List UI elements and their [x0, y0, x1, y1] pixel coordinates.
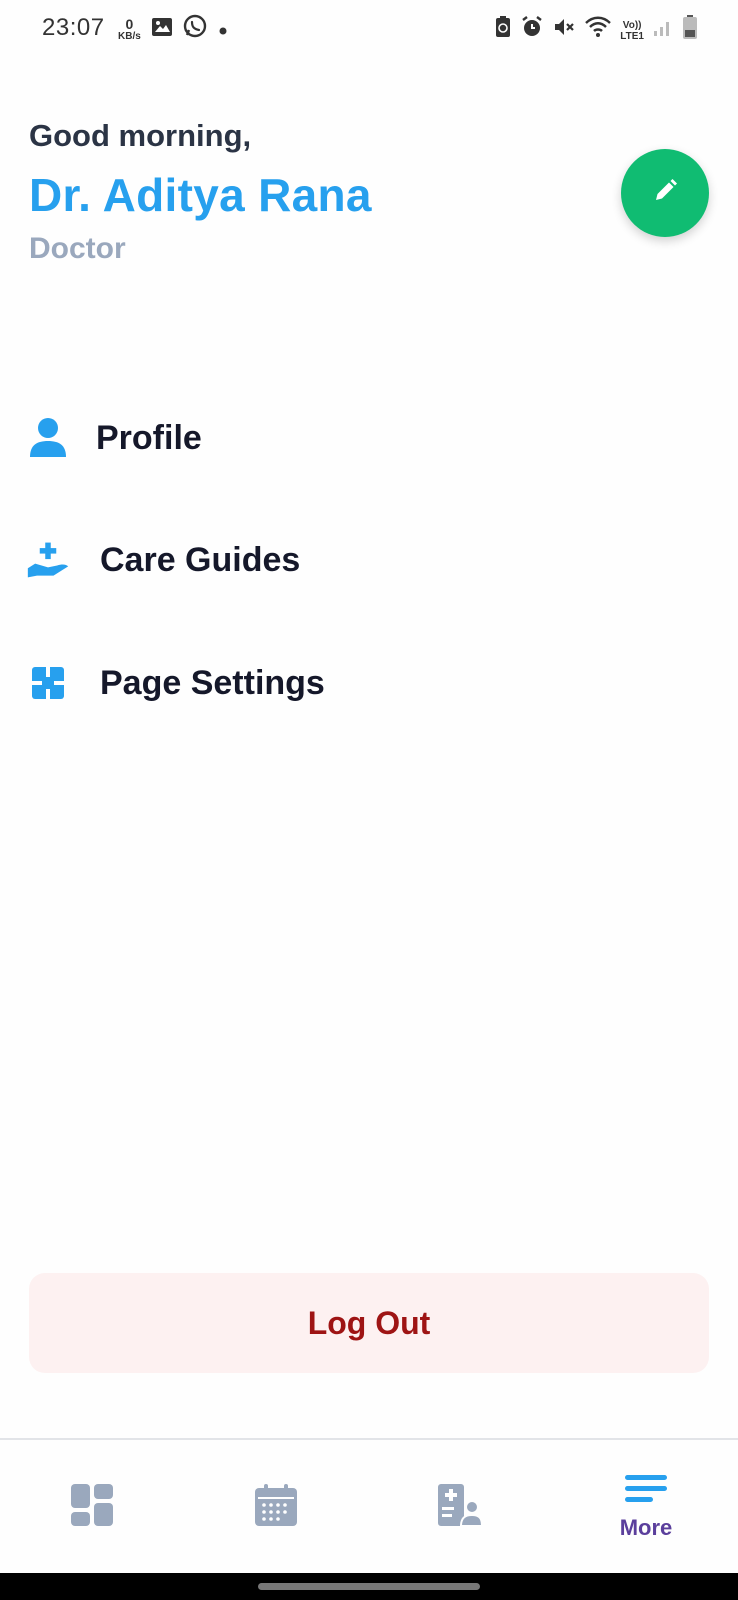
- network-label-bottom: LTE1: [620, 30, 644, 42]
- menu-item-label: Profile: [96, 418, 202, 457]
- menu-item-profile[interactable]: Profile: [26, 408, 202, 468]
- logout-button[interactable]: Log Out: [29, 1273, 709, 1373]
- patients-icon: [437, 1483, 484, 1532]
- whatsapp-icon: [183, 14, 207, 45]
- calendar-icon: [254, 1483, 298, 1532]
- nav-dashboard[interactable]: [0, 1440, 184, 1575]
- edit-button[interactable]: [621, 149, 709, 237]
- alarm-icon: [520, 15, 544, 46]
- menu-icon: [624, 1474, 668, 1509]
- status-bar: 23:07 0 KB/s Vo)) LTE1: [0, 0, 738, 56]
- menu-item-page-settings[interactable]: Page Settings: [26, 653, 325, 713]
- network-speed-unit: KB/s: [118, 31, 141, 42]
- mute-icon: [552, 15, 576, 46]
- greeting-text: Good morning,: [29, 118, 252, 153]
- battery-saver-icon: [494, 15, 512, 46]
- network-speed-value: 0: [125, 16, 134, 32]
- wifi-icon: [584, 15, 612, 46]
- status-left-icons: 0 KB/s: [118, 14, 229, 45]
- nav-more-label: More: [619, 1515, 673, 1540]
- battery-icon: [682, 14, 698, 47]
- network-speed: 0 KB/s: [118, 17, 141, 42]
- menu-item-care-guides[interactable]: Care Guides: [26, 530, 300, 590]
- dot-icon: [217, 16, 229, 44]
- menu-item-label: Page Settings: [100, 663, 325, 702]
- system-nav-bar: [0, 1573, 738, 1600]
- pencil-icon: [651, 177, 679, 210]
- network-label-top: Vo)): [622, 19, 642, 31]
- user-name: Dr. Aditya Rana: [29, 169, 372, 221]
- hand-holding-medical-icon: [26, 538, 70, 582]
- nav-calendar[interactable]: [184, 1440, 368, 1575]
- nav-patients[interactable]: [368, 1440, 552, 1575]
- status-right-icons: Vo)) LTE1: [494, 14, 698, 47]
- nav-more[interactable]: More: [554, 1440, 738, 1575]
- home-indicator[interactable]: [258, 1583, 480, 1590]
- menu-item-label: Care Guides: [100, 540, 301, 579]
- status-time: 23:07: [42, 14, 105, 41]
- user-icon: [26, 416, 70, 460]
- signal-icon: [652, 16, 674, 45]
- gallery-icon: [151, 16, 173, 44]
- user-role: Doctor: [29, 232, 126, 265]
- dashboard-icon: [70, 1483, 114, 1532]
- bottom-nav: More: [0, 1438, 738, 1575]
- network-type: Vo)) LTE1: [620, 20, 644, 42]
- puzzle-icon: [26, 661, 70, 705]
